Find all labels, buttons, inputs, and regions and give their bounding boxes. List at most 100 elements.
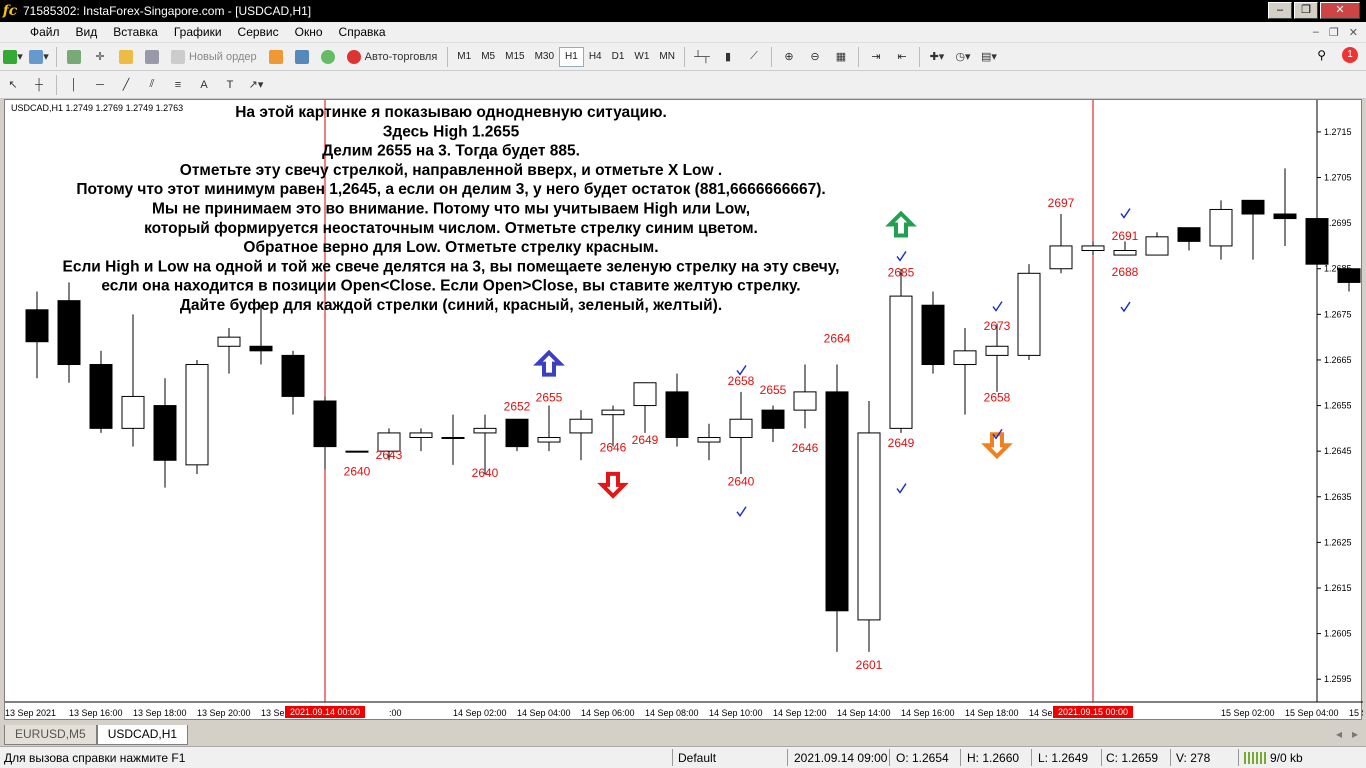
terminal-icon[interactable] (141, 46, 163, 68)
vertical-line-icon[interactable]: │ (63, 74, 85, 96)
level-label: 2640 (344, 465, 371, 479)
new-chart-icon[interactable]: ▾ (2, 46, 24, 68)
metaeditor-icon[interactable] (265, 46, 287, 68)
candle-body (217, 336, 241, 347)
chart-window[interactable]: USDCAD,H1 1.2749 1.2769 1.2749 1.2763 1.… (4, 99, 1363, 721)
maximize-button[interactable]: ❐ (1294, 2, 1318, 19)
candle-body (1113, 250, 1137, 256)
tf-m1[interactable]: M1 (452, 47, 476, 67)
candle-body (761, 409, 785, 429)
text-icon[interactable]: A (193, 74, 215, 96)
chart-shift-icon[interactable]: ⇤ (891, 46, 913, 68)
menu-insert[interactable]: Вставка (105, 25, 166, 39)
status-open: O: 1.2654 (896, 751, 949, 765)
annotation-line: который формируется неостаточным числом.… (144, 220, 758, 237)
tf-m15[interactable]: M15 (500, 47, 529, 67)
child-close-button[interactable]: ✕ (1349, 26, 1358, 39)
level-label: 2688 (1112, 265, 1139, 279)
annotation-line: Мы не принимаем это во внимание. Потому … (152, 201, 750, 218)
y-tick-label: 1.2615 (1324, 583, 1352, 593)
tabs-scroll-left[interactable]: ◂ (1336, 727, 1342, 741)
data-window-icon[interactable] (115, 46, 137, 68)
tester-icon[interactable] (291, 46, 313, 68)
level-label: 2640 (472, 466, 499, 480)
menu-window[interactable]: Окно (287, 25, 331, 39)
line-chart-icon[interactable]: ⟋ (743, 46, 765, 68)
search-icon[interactable]: ⚲ (1317, 48, 1326, 62)
menu-tools[interactable]: Сервис (230, 25, 287, 39)
tab-usdcad-h1[interactable]: USDCAD,H1 (96, 725, 189, 745)
candle-body (633, 382, 657, 407)
tabs-scroll-right[interactable]: ▸ (1352, 727, 1358, 741)
x-tick-label: 14 Sep 10:00 (709, 708, 763, 718)
tf-w1[interactable]: W1 (629, 47, 654, 67)
notification-badge[interactable]: 1 (1342, 47, 1358, 63)
price-chart[interactable]: USDCAD,H1 1.2749 1.2769 1.2749 1.2763 1.… (5, 100, 1363, 721)
child-minimize-button[interactable]: – (1313, 26, 1319, 39)
templates-icon[interactable]: ▤▾ (978, 46, 1000, 68)
checkmark-icon (896, 483, 907, 494)
auto-trading-button[interactable]: Авто-торговля (343, 46, 442, 68)
text-label-icon[interactable]: T (219, 74, 241, 96)
status-low: L: 1.2649 (1038, 751, 1089, 765)
x-tick-label: 15 Sep 04:00 (1285, 708, 1339, 718)
tf-d1[interactable]: D1 (607, 47, 630, 67)
level-label: 2646 (600, 441, 627, 455)
tab-eurusd-m5[interactable]: EURUSD,M5 (4, 725, 97, 745)
menu-charts[interactable]: Графики (166, 25, 230, 39)
trendline-icon[interactable]: ╱ (115, 74, 137, 96)
standard-toolbar: ▾ ▾ ✛ Новый ордер Авто-торговля M1 M5 M1… (0, 43, 1366, 71)
checkmark-icon (736, 506, 747, 518)
candlestick-icon[interactable]: ▮ (717, 46, 739, 68)
chart-window-icon (0, 22, 22, 42)
zoom-out-icon[interactable]: ⊖ (804, 46, 826, 68)
y-tick-label: 1.2645 (1324, 446, 1352, 456)
periods-icon[interactable]: ◷▾ (952, 46, 974, 68)
candle-body (185, 364, 209, 466)
channel-icon[interactable]: ⫽ (141, 74, 163, 96)
bar-chart-icon[interactable]: ┴┬ (691, 46, 713, 68)
cursor-icon[interactable]: ↖ (2, 74, 24, 96)
menu-view[interactable]: Вид (68, 25, 106, 39)
new-order-button[interactable]: Новый ордер (167, 46, 261, 68)
checkmark-icon (1120, 208, 1131, 219)
child-restore-button[interactable]: ❐ (1329, 26, 1339, 39)
arrows-icon[interactable]: ↗▾ (245, 74, 267, 96)
candle-body (1049, 245, 1073, 270)
candle-body (793, 391, 817, 411)
tf-m5[interactable]: M5 (476, 47, 500, 67)
candle-body (537, 436, 561, 443)
menu-help[interactable]: Справка (331, 25, 394, 39)
close-button[interactable]: ✕ (1320, 2, 1360, 19)
market-watch-icon[interactable] (63, 46, 85, 68)
green-up-arrow-icon (885, 210, 917, 238)
autoscroll-icon[interactable]: ⇥ (865, 46, 887, 68)
candle-body (601, 409, 625, 416)
tf-h4[interactable]: H4 (584, 47, 607, 67)
tf-m30[interactable]: M30 (530, 47, 559, 67)
signals-icon[interactable] (317, 46, 339, 68)
horizontal-line-icon[interactable]: ─ (89, 74, 111, 96)
x-tick-label: 15 Sep 02:00 (1221, 708, 1275, 718)
tile-windows-icon[interactable]: ▦ (830, 46, 852, 68)
status-high: H: 1.2660 (967, 751, 1020, 765)
navigator-icon[interactable]: ✛ (89, 46, 111, 68)
x-tick-label: 13 Sep 18:00 (133, 708, 187, 718)
x-tick-label: 15 Sep 06:00 (1349, 708, 1363, 718)
minimize-button[interactable]: – (1268, 2, 1292, 19)
candle-body (1241, 199, 1265, 215)
y-tick-label: 1.2675 (1324, 309, 1352, 319)
crosshair-icon[interactable]: ┼ (28, 74, 50, 96)
x-tick-label: 14 Sep 18:00 (965, 708, 1019, 718)
profiles-icon[interactable]: ▾ (28, 46, 50, 68)
zoom-in-icon[interactable]: ⊕ (778, 46, 800, 68)
y-tick-label: 1.2665 (1324, 355, 1352, 365)
level-label: 2664 (824, 332, 851, 346)
candle-body (729, 418, 753, 438)
fibonacci-icon[interactable]: ≡ (167, 74, 189, 96)
menu-file[interactable]: Файл (22, 25, 68, 39)
x-tick-label: 14 Sep 02:00 (453, 708, 507, 718)
tf-mn[interactable]: MN (654, 47, 680, 67)
indicators-icon[interactable]: ✚▾ (926, 46, 948, 68)
tf-h1[interactable]: H1 (559, 46, 584, 67)
